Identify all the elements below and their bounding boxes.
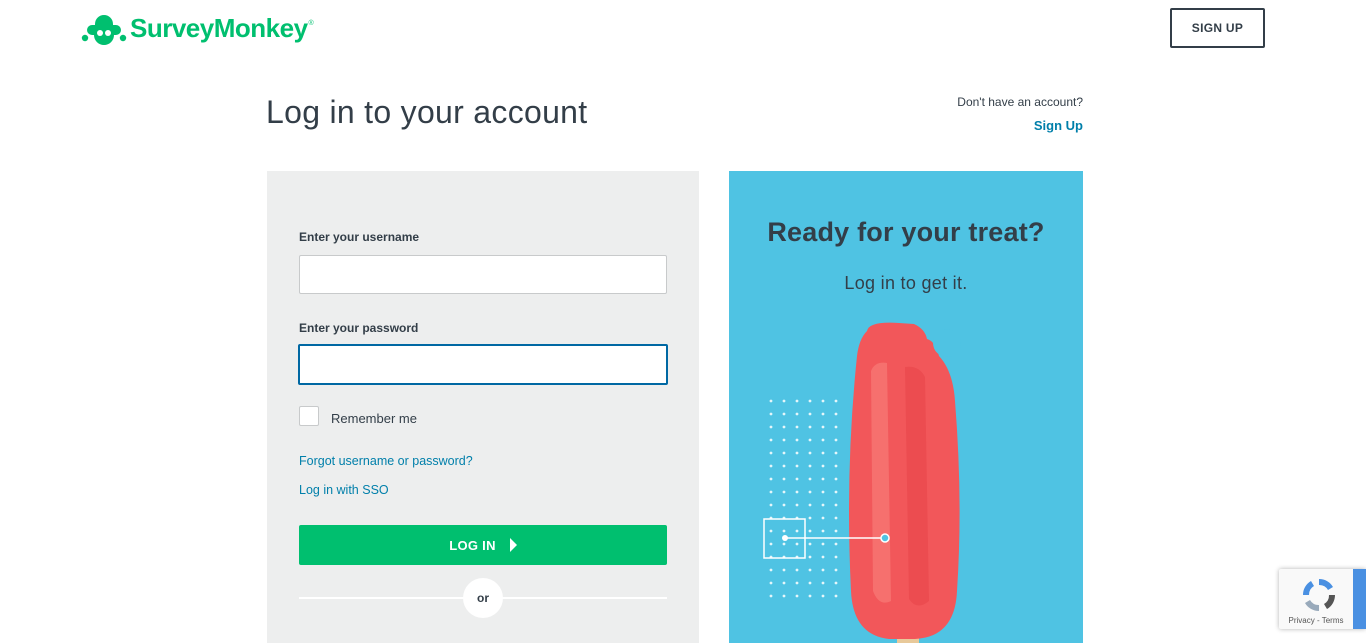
login-button[interactable]: LOG IN bbox=[299, 525, 667, 565]
login-panel: Enter your username Enter your password … bbox=[267, 171, 699, 643]
brand-name: SurveyMonkey bbox=[130, 12, 308, 43]
recaptcha-badge[interactable]: Privacy - Terms bbox=[1279, 569, 1366, 629]
recaptcha-strip bbox=[1353, 569, 1366, 629]
password-label: Enter your password bbox=[299, 321, 419, 335]
promo-subtitle: Log in to get it. bbox=[844, 273, 968, 293]
remember-me-label[interactable]: Remember me bbox=[331, 411, 417, 426]
forgot-credentials-link[interactable]: Forgot username or password? bbox=[299, 454, 473, 468]
surveymonkey-logo-icon bbox=[81, 15, 127, 45]
username-input[interactable] bbox=[299, 255, 667, 294]
promo-title: Ready for your treat? bbox=[767, 217, 1045, 247]
password-input[interactable] bbox=[298, 344, 668, 385]
brand-registered-mark: ® bbox=[308, 20, 314, 27]
no-account-text: Don't have an account? bbox=[957, 95, 1083, 109]
login-button-label: LOG IN bbox=[449, 537, 496, 553]
recaptcha-icon bbox=[1302, 578, 1336, 612]
surveymonkey-logo[interactable]: SurveyMonkey ® bbox=[80, 8, 314, 48]
recaptcha-terms[interactable]: Privacy - Terms bbox=[1279, 616, 1353, 625]
sso-login-link[interactable]: Log in with SSO bbox=[299, 483, 389, 497]
or-label: or bbox=[463, 578, 503, 618]
promo-panel: Ready for your treat? Log in to get it. bbox=[729, 171, 1083, 643]
remember-me-row[interactable]: Remember me bbox=[299, 405, 417, 426]
remember-me-checkbox[interactable] bbox=[299, 405, 319, 426]
header-signup-button[interactable]: SIGN UP bbox=[1170, 8, 1265, 48]
caret-right-icon bbox=[509, 538, 517, 552]
dot-grid bbox=[769, 399, 838, 598]
signup-link[interactable]: Sign Up bbox=[1034, 118, 1083, 133]
popsicle-body bbox=[849, 322, 960, 639]
page-title: Log in to your account bbox=[266, 94, 588, 130]
username-label: Enter your username bbox=[299, 230, 420, 244]
